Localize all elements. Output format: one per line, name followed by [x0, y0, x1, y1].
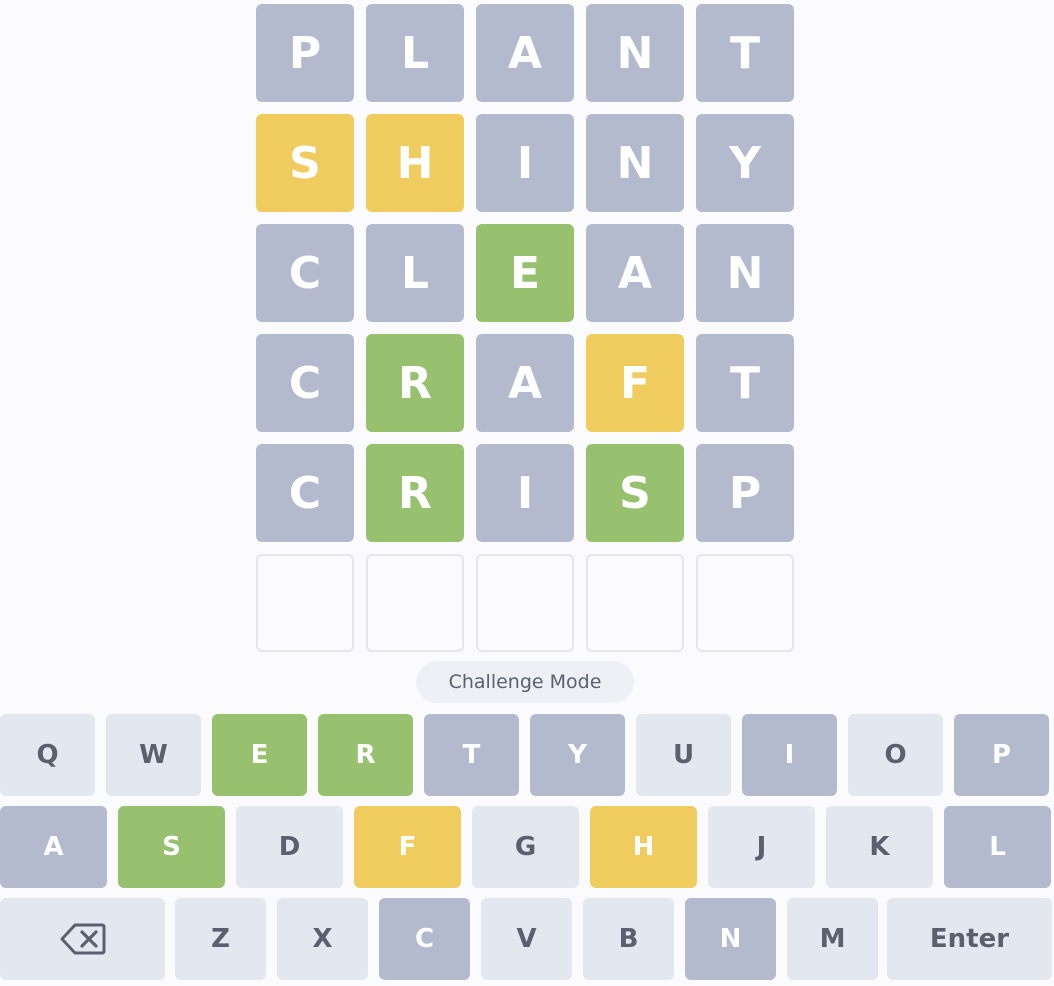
key-g[interactable]: G: [472, 806, 579, 888]
board-tile: E: [476, 224, 574, 322]
backspace-key[interactable]: [0, 898, 165, 980]
key-q[interactable]: Q: [0, 714, 95, 796]
board-tile: H: [366, 114, 464, 212]
key-z[interactable]: Z: [175, 898, 266, 980]
key-k[interactable]: K: [826, 806, 933, 888]
board-tile: F: [586, 334, 684, 432]
board-tile: P: [256, 4, 354, 102]
key-i[interactable]: I: [742, 714, 837, 796]
board-tile: N: [586, 4, 684, 102]
board-tile: T: [696, 334, 794, 432]
board-tile: P: [696, 444, 794, 542]
key-m[interactable]: M: [787, 898, 878, 980]
key-j[interactable]: J: [708, 806, 815, 888]
board-tile: A: [476, 4, 574, 102]
key-d[interactable]: D: [236, 806, 343, 888]
board-tile: R: [366, 444, 464, 542]
key-u[interactable]: U: [636, 714, 731, 796]
key-b[interactable]: B: [583, 898, 674, 980]
board-tile: [696, 554, 794, 652]
board-tile: S: [256, 114, 354, 212]
board-tile: C: [256, 224, 354, 322]
board-tile: A: [586, 224, 684, 322]
key-c[interactable]: C: [379, 898, 470, 980]
board-tile: [476, 554, 574, 652]
board-tile: S: [586, 444, 684, 542]
board-tile: R: [366, 334, 464, 432]
key-e[interactable]: E: [212, 714, 307, 796]
key-a[interactable]: A: [0, 806, 107, 888]
board-tile: C: [256, 444, 354, 542]
game-app: PLANTSHINYCLEANCRAFTCRISP Challenge Mode…: [0, 0, 1054, 986]
game-board: PLANTSHINYCLEANCRAFTCRISP: [256, 4, 794, 652]
challenge-mode-button[interactable]: Challenge Mode: [416, 661, 634, 703]
backspace-icon: [60, 922, 106, 956]
enter-key[interactable]: Enter: [887, 898, 1052, 980]
board-tile: [586, 554, 684, 652]
board-tile: L: [366, 224, 464, 322]
key-v[interactable]: V: [481, 898, 572, 980]
board-tile: I: [476, 114, 574, 212]
board-tile: N: [696, 224, 794, 322]
key-r[interactable]: R: [318, 714, 413, 796]
key-t[interactable]: T: [424, 714, 519, 796]
board-tile: N: [586, 114, 684, 212]
key-l[interactable]: L: [944, 806, 1051, 888]
board-tile: T: [696, 4, 794, 102]
key-f[interactable]: F: [354, 806, 461, 888]
key-p[interactable]: P: [954, 714, 1049, 796]
board-tile: Y: [696, 114, 794, 212]
key-n[interactable]: N: [685, 898, 776, 980]
key-o[interactable]: O: [848, 714, 943, 796]
board-tile: L: [366, 4, 464, 102]
key-x[interactable]: X: [277, 898, 368, 980]
key-h[interactable]: H: [590, 806, 697, 888]
board-tile: I: [476, 444, 574, 542]
board-tile: A: [476, 334, 574, 432]
board-tile: C: [256, 334, 354, 432]
board-tile: [256, 554, 354, 652]
key-y[interactable]: Y: [530, 714, 625, 796]
key-w[interactable]: W: [106, 714, 201, 796]
key-s[interactable]: S: [118, 806, 225, 888]
board-tile: [366, 554, 464, 652]
